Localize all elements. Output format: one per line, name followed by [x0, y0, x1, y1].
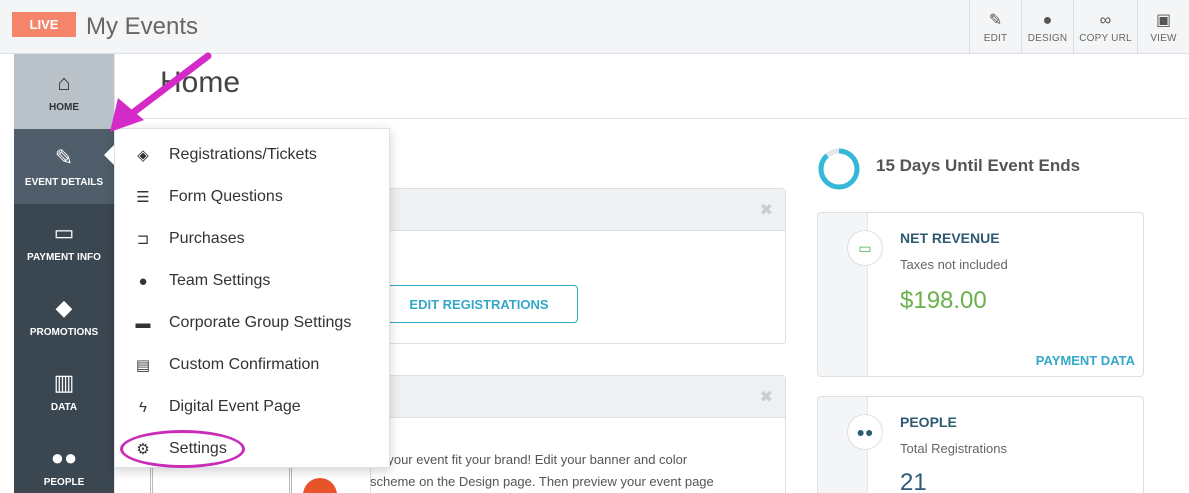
sidebar-item-label: HOME: [49, 102, 79, 113]
money-icon: ▭: [53, 220, 75, 245]
edit-registrations-button[interactable]: EDIT REGISTRATIONS: [380, 285, 578, 323]
menu-item-label: Corporate Group Settings: [169, 314, 352, 331]
menu-item-corporate-group-settings[interactable]: ▬ Corporate Group Settings: [115, 303, 391, 343]
divider: [114, 118, 1189, 119]
menu-item-label: Team Settings: [169, 272, 271, 289]
days-remaining: 15 Days Until Event Ends: [876, 156, 1081, 175]
design-button[interactable]: ● DESIGN: [1021, 0, 1073, 54]
status-dot: [303, 478, 337, 493]
home-icon: ⌂: [57, 70, 71, 95]
close-icon[interactable]: ✖: [760, 200, 773, 220]
design-text-line: ke your event fit your brand! Edit your …: [370, 452, 688, 467]
sidebar-item-payment-info[interactable]: ▭ PAYMENT INFO: [14, 204, 114, 279]
image-icon: ▣: [1155, 11, 1172, 29]
money-icon: ▭: [847, 230, 883, 266]
close-icon[interactable]: ✖: [760, 387, 773, 407]
sidebar-item-label: PROMOTIONS: [29, 327, 99, 338]
menu-item-digital-event-page[interactable]: ϟ Digital Event Page: [115, 387, 391, 427]
ticket-icon: ◈: [137, 147, 149, 164]
menu-item-form-questions[interactable]: ☰ Form Questions: [115, 177, 391, 217]
edit-label: EDIT: [983, 32, 1008, 44]
live-badge: LIVE: [12, 12, 76, 37]
people-icon: ●●: [847, 414, 883, 450]
droplet-icon: ●: [1042, 11, 1053, 29]
edit-button[interactable]: ✎ EDIT: [969, 0, 1021, 54]
menu-item-label: Purchases: [169, 230, 245, 247]
people-value: 21: [900, 469, 927, 493]
menu-item-label: Digital Event Page: [169, 398, 301, 415]
revenue-value: $198.00: [900, 287, 987, 314]
copy-url-label: COPY URL: [1079, 32, 1132, 44]
design-label: DESIGN: [1027, 32, 1068, 44]
chat-icon: ●: [138, 272, 148, 290]
people-icon: ●●: [50, 445, 78, 470]
annotation-arrow: [110, 52, 212, 132]
menu-caret: [104, 145, 114, 165]
toolbar: ✎ EDIT ● DESIGN ∞ COPY URL ▣ VIEW: [969, 0, 1189, 54]
sidebar-item-label: DATA: [50, 402, 78, 413]
revenue-subtitle: Taxes not included: [900, 257, 1008, 272]
payment-data-link[interactable]: PAYMENT DATA: [1036, 353, 1135, 368]
menu-item-team-settings[interactable]: ● Team Settings: [115, 261, 391, 301]
design-text-line: scheme on the Design page. Then preview …: [370, 474, 714, 489]
people-label: PEOPLE: [900, 414, 957, 430]
design-description: ke your event fit your brand! Edit your …: [370, 449, 770, 493]
panel-header: ✖: [371, 189, 785, 231]
link-icon: ∞: [1099, 11, 1112, 29]
menu-item-registrations-tickets[interactable]: ◈ Registrations/Tickets: [115, 135, 391, 175]
revenue-label: NET REVENUE: [900, 230, 1000, 246]
progress-ring: [818, 148, 860, 190]
list-icon: ☰: [136, 189, 150, 206]
briefcase-icon: ▬: [135, 314, 151, 332]
app-title: My Events: [86, 13, 199, 40]
cart-icon: ⊐: [136, 231, 150, 248]
menu-item-label: Custom Confirmation: [169, 356, 320, 373]
sidebar-item-label: PAYMENT INFO: [27, 252, 101, 263]
view-label: VIEW: [1150, 32, 1177, 44]
top-bar: LIVE My Events ✎ EDIT ● DESIGN ∞ COPY UR…: [0, 0, 1189, 54]
people-subtitle: Total Registrations: [900, 441, 1007, 456]
revenue-card: ▭ NET REVENUE Taxes not included $198.00…: [817, 212, 1144, 377]
menu-item-label: Form Questions: [169, 188, 283, 205]
annotation-circle: [120, 430, 245, 468]
people-card: ●● PEOPLE Total Registrations 21: [817, 396, 1144, 493]
sidebar-item-label: PEOPLE: [43, 477, 85, 488]
tag-icon: ◆: [55, 295, 73, 320]
bolt-icon: ϟ: [139, 398, 147, 416]
event-details-menu: ◈ Registrations/Tickets ☰ Form Questions…: [114, 128, 390, 468]
menu-item-custom-confirmation[interactable]: ▤ Custom Confirmation: [115, 345, 391, 385]
sidebar-item-promotions[interactable]: ◆ PROMOTIONS: [14, 279, 114, 354]
bar-chart-icon: ▥: [53, 370, 75, 395]
edit-icon: ✎: [988, 11, 1003, 29]
copy-url-button[interactable]: ∞ COPY URL: [1073, 0, 1137, 54]
sidebar-item-event-details[interactable]: ✎ EVENT DETAILS: [14, 129, 114, 204]
menu-item-purchases[interactable]: ⊐ Purchases: [115, 219, 391, 259]
view-button[interactable]: ▣ VIEW: [1137, 0, 1189, 54]
menu-item-label: Registrations/Tickets: [169, 146, 317, 163]
sidebar-item-data[interactable]: ▥ DATA: [14, 354, 114, 429]
sidebar-item-label: EVENT DETAILS: [24, 177, 104, 188]
edit-icon: ✎: [54, 145, 74, 170]
sidebar-item-people[interactable]: ●● PEOPLE: [14, 429, 114, 493]
document-icon: ▤: [135, 357, 151, 374]
panel-header: ✖: [371, 376, 785, 418]
